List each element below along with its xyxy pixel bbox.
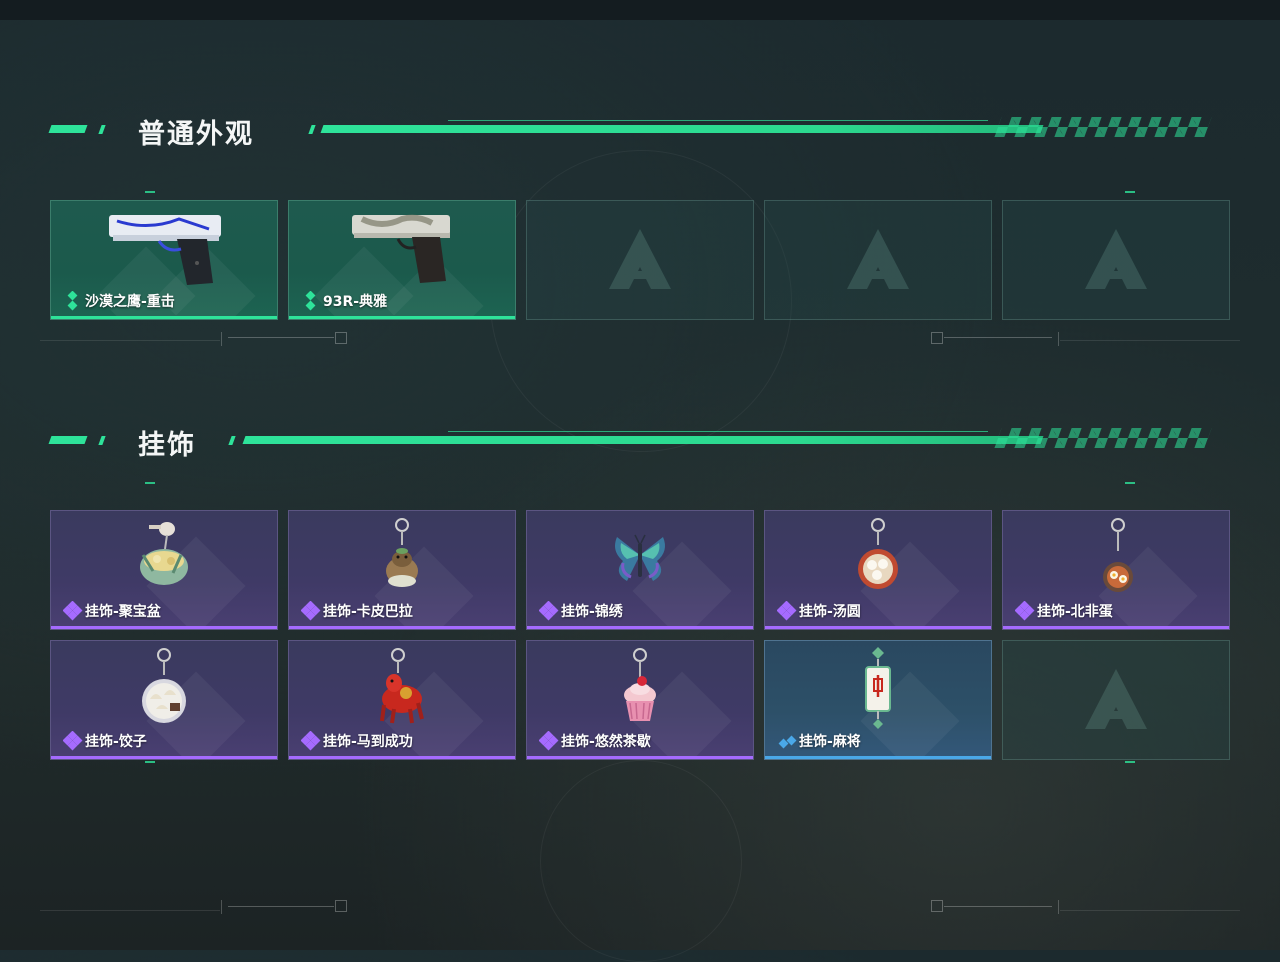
charm-capybara-icon bbox=[386, 518, 418, 587]
background-ring bbox=[540, 760, 742, 962]
charm-cupcake-icon bbox=[624, 648, 656, 721]
header-accent bbox=[48, 436, 88, 444]
item-card[interactable]: 挂饰-马到成功 bbox=[288, 640, 516, 760]
grid-mark bbox=[1125, 482, 1135, 484]
hud-line bbox=[944, 906, 1052, 907]
rarity-diamond-icon bbox=[63, 601, 83, 621]
item-name: 挂饰-锦绣 bbox=[561, 604, 623, 620]
item-name: 沙漠之鹰-重击 bbox=[85, 294, 175, 310]
placeholder-logo-icon bbox=[847, 229, 909, 289]
hud-box bbox=[335, 332, 347, 344]
grid-mark bbox=[145, 761, 155, 763]
hud-box bbox=[931, 332, 943, 344]
pistol-93r-icon bbox=[352, 214, 450, 283]
rarity-diamond-icon bbox=[539, 731, 559, 751]
item-name: 挂饰-饺子 bbox=[85, 734, 147, 750]
top-bar bbox=[0, 0, 1280, 20]
header-checker-pattern bbox=[994, 117, 1212, 137]
placeholder-logo-icon bbox=[609, 229, 671, 289]
grid-mark bbox=[145, 191, 155, 193]
header-thin-line bbox=[448, 431, 988, 432]
header-accent bbox=[48, 125, 88, 133]
item-card[interactable]: 挂饰-汤圆 bbox=[764, 510, 992, 630]
hud-box bbox=[931, 900, 943, 912]
item-card[interactable]: 挂饰-锦绣 bbox=[526, 510, 754, 630]
rarity-diamond-icon bbox=[305, 291, 316, 311]
item-name: 93R-典雅 bbox=[323, 294, 388, 310]
header-bar bbox=[320, 125, 1044, 133]
hud-tick bbox=[221, 900, 222, 914]
item-name: 挂饰-悠然茶歇 bbox=[561, 734, 651, 750]
rarity-diamond-icon bbox=[301, 601, 321, 621]
header-bar bbox=[242, 436, 1044, 444]
grid-mark bbox=[1125, 761, 1135, 763]
section-header-charms: 挂饰 bbox=[48, 427, 1212, 461]
hud-line bbox=[228, 337, 334, 338]
charm-butterfly-icon bbox=[615, 534, 665, 581]
item-card[interactable]: 挂饰-卡皮巴拉 bbox=[288, 510, 516, 630]
item-card[interactable]: 挂饰-聚宝盆 bbox=[50, 510, 278, 630]
hud-line bbox=[1060, 910, 1240, 911]
section-header-skins: 普通外观 bbox=[48, 116, 1212, 150]
charm-shakshuka-icon bbox=[1103, 518, 1133, 592]
rarity-diamond-icon bbox=[301, 731, 321, 751]
hud-tick bbox=[221, 332, 222, 346]
hud-tick bbox=[1058, 900, 1059, 914]
empty-slot bbox=[526, 200, 754, 320]
rarity-diamond-icon bbox=[63, 731, 83, 751]
hud-line bbox=[944, 337, 1052, 338]
item-card[interactable]: 93R-典雅 bbox=[288, 200, 516, 320]
header-accent bbox=[228, 436, 236, 445]
item-card[interactable]: 挂饰-饺子 bbox=[50, 640, 278, 760]
hud-line bbox=[1060, 340, 1240, 341]
item-name: 挂饰-汤圆 bbox=[799, 604, 861, 620]
header-checker-pattern bbox=[994, 428, 1212, 448]
item-name: 挂饰-马到成功 bbox=[323, 734, 413, 750]
hud-box bbox=[335, 900, 347, 912]
item-name: 挂饰-麻将 bbox=[799, 734, 861, 750]
section-title: 挂饰 bbox=[138, 430, 196, 461]
grid-mark bbox=[145, 482, 155, 484]
pistol-desert-eagle-icon bbox=[109, 215, 221, 285]
header-accent bbox=[98, 436, 106, 445]
item-card[interactable]: 沙漠之鹰-重击 bbox=[50, 200, 278, 320]
charm-mahjong-icon bbox=[865, 647, 891, 729]
rarity-diamond-icon bbox=[778, 735, 797, 749]
hud-line bbox=[40, 910, 220, 911]
empty-slot bbox=[764, 200, 992, 320]
rarity-diamond-icon bbox=[1015, 601, 1035, 621]
placeholder-logo-icon bbox=[1085, 229, 1147, 289]
item-card[interactable]: 挂饰-麻将 bbox=[764, 640, 992, 760]
charm-horse-icon bbox=[380, 648, 424, 724]
item-name: 挂饰-卡皮巴拉 bbox=[323, 604, 413, 620]
hud-line bbox=[228, 906, 334, 907]
item-card[interactable]: 挂饰-北非蛋 bbox=[1002, 510, 1230, 630]
empty-slot bbox=[1002, 640, 1230, 760]
placeholder-logo-icon bbox=[1085, 669, 1147, 729]
hud-line bbox=[40, 340, 220, 341]
section-title: 普通外观 bbox=[138, 119, 254, 150]
header-thin-line bbox=[448, 120, 988, 121]
item-name: 挂饰-聚宝盆 bbox=[85, 604, 161, 620]
charm-treasure-bowl-icon bbox=[140, 522, 188, 585]
header-accent bbox=[98, 125, 106, 134]
hud-tick bbox=[1058, 332, 1059, 346]
item-card[interactable]: 挂饰-悠然茶歇 bbox=[526, 640, 754, 760]
rarity-diamond-icon bbox=[777, 601, 797, 621]
charm-dumplings-icon bbox=[142, 648, 186, 723]
empty-slot bbox=[1002, 200, 1230, 320]
grid-mark bbox=[1125, 191, 1135, 193]
rarity-diamond-icon bbox=[539, 601, 559, 621]
charm-tangyuan-icon bbox=[858, 518, 898, 589]
rarity-diamond-icon bbox=[67, 291, 78, 311]
header-accent bbox=[308, 125, 316, 134]
item-name: 挂饰-北非蛋 bbox=[1037, 604, 1113, 620]
